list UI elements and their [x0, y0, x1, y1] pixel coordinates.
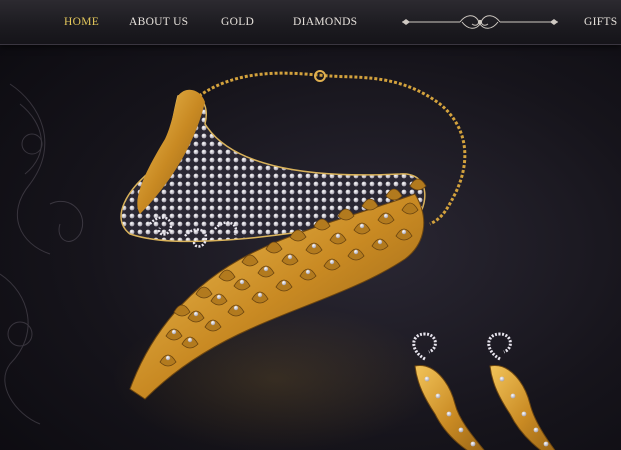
- nav-item-gold[interactable]: GOLD: [221, 16, 254, 28]
- nav-item-home[interactable]: HOME: [64, 16, 99, 28]
- jewellery-necklace-earrings-image: [120, 70, 556, 450]
- flourish-divider-icon: [402, 15, 558, 29]
- nav-item-about-us[interactable]: ABOUT US: [129, 16, 188, 28]
- page: HOME ABOUT US GOLD DIAMONDS GIFTS: [0, 0, 621, 450]
- nav-item-diamonds[interactable]: DIAMONDS: [293, 16, 357, 28]
- hero-banner: [0, 44, 621, 450]
- top-navigation-bar: HOME ABOUT US GOLD DIAMONDS GIFTS: [0, 0, 621, 45]
- nav-item-gifts[interactable]: GIFTS: [584, 16, 617, 28]
